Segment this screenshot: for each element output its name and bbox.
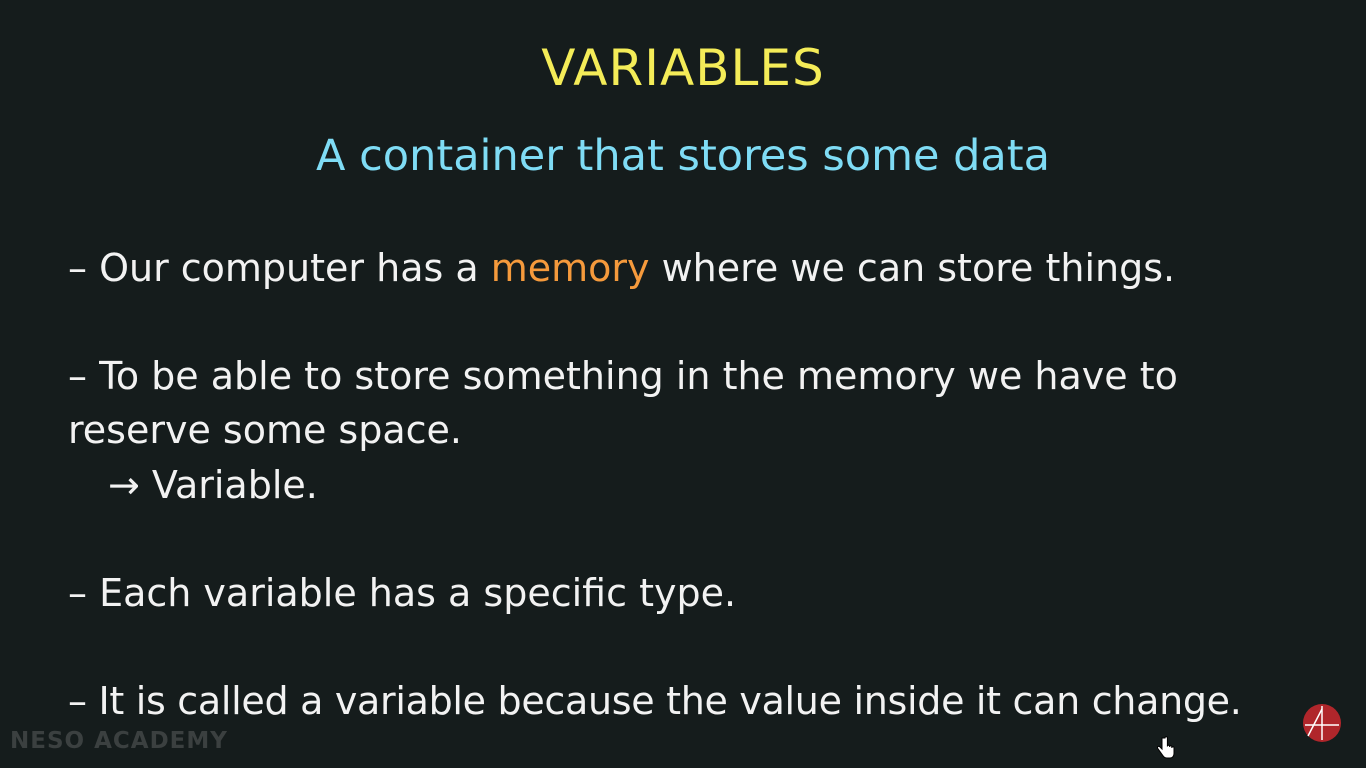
bullet-type: – Each variable has a specific type. bbox=[68, 571, 737, 615]
bullet-reserve-line-1: – To be able to store something in the m… bbox=[68, 354, 1178, 398]
bullet-memory-pre: – Our computer has a bbox=[68, 246, 491, 290]
hand-pointer-icon bbox=[1156, 736, 1175, 759]
slide-title: VARIABLES bbox=[541, 39, 825, 97]
bullet-change: – It is called a variable because the va… bbox=[68, 679, 1242, 723]
bullet-variable-arrow: → Variable. bbox=[108, 463, 318, 507]
slide: VARIABLES A container that stores some d… bbox=[0, 0, 1366, 768]
watermark-neso-academy: NESO ACADEMY bbox=[10, 728, 228, 754]
bullet-memory: – Our computer has a memory where we can… bbox=[68, 242, 1175, 294]
slide-subtitle: A container that stores some data bbox=[316, 131, 1050, 181]
bullet-reserve-line-2: reserve some space. bbox=[68, 408, 462, 452]
neso-logo-icon bbox=[1303, 704, 1341, 742]
memory-highlight: memory bbox=[490, 246, 650, 290]
bullet-memory-post: where we can store things. bbox=[649, 246, 1176, 290]
